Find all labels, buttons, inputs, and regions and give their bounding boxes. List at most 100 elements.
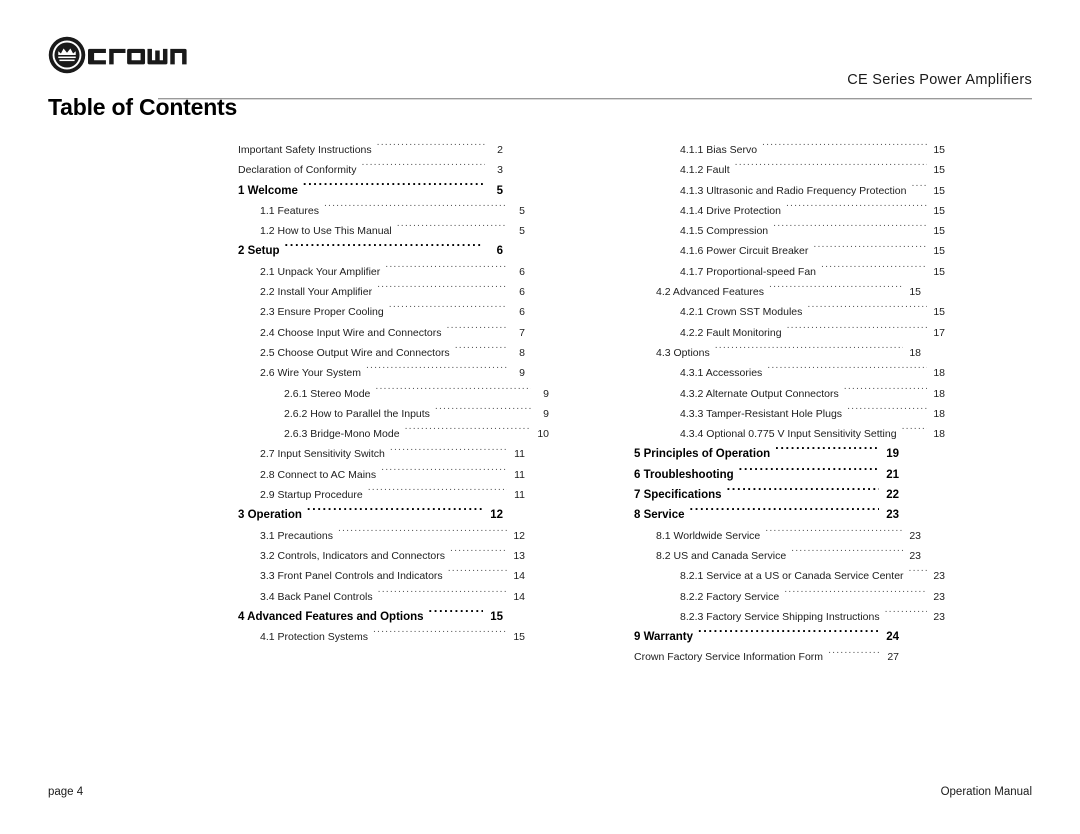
toc-entry[interactable]: 6 Troubleshooting 21 bbox=[634, 465, 899, 485]
toc-entry[interactable]: 2.8 Connect to AC Mains 11 bbox=[238, 465, 525, 485]
toc-entry[interactable]: 3.1 Precautions 12 bbox=[238, 526, 525, 546]
toc-entry[interactable]: 4.1.3 Ultrasonic and Radio Frequency Pro… bbox=[634, 181, 945, 201]
toc-entry-label: 2 Setup bbox=[238, 245, 280, 258]
toc-entry[interactable]: 4.3.1 Accessories 18 bbox=[634, 363, 945, 383]
toc-entry[interactable]: Crown Factory Service Information Form 27 bbox=[634, 647, 899, 667]
toc-entry[interactable]: 4.2 Advanced Features 15 bbox=[634, 282, 921, 302]
toc-dot-leader bbox=[448, 569, 507, 580]
toc-entry[interactable]: 8.2.3 Factory Service Shipping Instructi… bbox=[634, 607, 945, 627]
toc-entry-page-number: 18 bbox=[933, 367, 945, 380]
toc-entry-label: Crown Factory Service Information Form bbox=[634, 651, 824, 664]
toc-entry-page-number: 5 bbox=[519, 225, 525, 238]
toc-entry[interactable]: 8 Service 23 bbox=[634, 505, 899, 525]
toc-entry[interactable]: 4.1.6 Power Circuit Breaker 15 bbox=[634, 241, 945, 261]
toc-entry[interactable]: 1.1 Features 5 bbox=[238, 201, 525, 221]
toc-entry[interactable]: 8.2.2 Factory Service 23 bbox=[634, 587, 945, 607]
toc-entry[interactable]: Declaration of Conformity 3 bbox=[238, 160, 503, 180]
toc-entry-label: 2.5 Choose Output Wire and Connectors bbox=[260, 346, 450, 359]
toc-entry-page-number: 12 bbox=[490, 509, 503, 522]
toc-entry[interactable]: 3.2 Controls, Indicators and Connectors 1… bbox=[238, 546, 525, 566]
toc-entry[interactable]: 2.6.3 Bridge-Mono Mode 10 bbox=[238, 424, 549, 444]
toc-dot-leader bbox=[767, 366, 927, 377]
toc-entry[interactable]: 2.6 Wire Your System 9 bbox=[238, 363, 525, 383]
toc-entry[interactable]: 9 Warranty 24 bbox=[634, 627, 899, 647]
footer-page-number: page 4 bbox=[48, 786, 84, 798]
toc-entry[interactable]: 2.2 Install Your Amplifier 6 bbox=[238, 282, 525, 302]
toc-entry-label: 4.1.2 Fault bbox=[680, 164, 730, 177]
toc-dot-leader bbox=[307, 507, 483, 519]
toc-dot-leader bbox=[397, 224, 507, 235]
toc-dot-leader bbox=[885, 609, 927, 620]
toc-dot-leader bbox=[911, 183, 927, 194]
toc-entry[interactable]: 1 Welcome 5 bbox=[238, 181, 503, 201]
toc-entry[interactable]: 2.5 Choose Output Wire and Connectors 8 bbox=[238, 343, 525, 363]
toc-entry[interactable]: 8.2 US and Canada Service 23 bbox=[634, 546, 921, 566]
toc-entry[interactable]: 3.4 Back Panel Controls 14 bbox=[238, 587, 525, 607]
toc-entry[interactable]: 3 Operation 12 bbox=[238, 505, 503, 525]
toc-entry[interactable]: 1.2 How to Use This Manual 5 bbox=[238, 221, 525, 241]
toc-entry-label: 3.4 Back Panel Controls bbox=[260, 590, 373, 603]
toc-entry-label: 3.2 Controls, Indicators and Connectors bbox=[260, 549, 446, 562]
toc-entry[interactable]: 4.1.1 Bias Servo 15 bbox=[634, 140, 945, 160]
toc-dot-leader bbox=[390, 447, 507, 458]
toc-dot-leader bbox=[821, 264, 927, 275]
toc-entry[interactable]: 4.3 Options 18 bbox=[634, 343, 921, 363]
toc-entry-page-number: 22 bbox=[886, 489, 899, 502]
toc-entry[interactable]: 4.3.3 Tamper-Resistant Hole Plugs 18 bbox=[634, 404, 945, 424]
toc-dot-leader bbox=[909, 569, 927, 580]
toc-entry-label: 4.3 Options bbox=[656, 346, 710, 359]
toc-entry[interactable]: 2.6.2 How to Parallel the Inputs 9 bbox=[238, 404, 549, 424]
toc-entry-label: 8 Service bbox=[634, 509, 685, 522]
toc-entry-label: 4.1 Protection Systems bbox=[260, 631, 368, 644]
toc-entry[interactable]: 4.1.5 Compression 15 bbox=[634, 221, 945, 241]
toc-entry-page-number: 27 bbox=[887, 651, 899, 664]
toc-dot-leader bbox=[381, 467, 507, 478]
toc-entry[interactable]: 4.1.2 Fault 15 bbox=[634, 160, 945, 180]
header-title-product: Power Amplifiers bbox=[919, 72, 1032, 88]
toc-entry-label: Important Safety Instructions bbox=[238, 144, 372, 156]
toc-entry[interactable]: 2.6.1 Stereo Mode 9 bbox=[238, 384, 549, 404]
toc-entry[interactable]: Important Safety Instructions 2 bbox=[238, 140, 503, 160]
toc-entry[interactable]: 4.3.4 Optional 0.775 V Input Sensitivity… bbox=[634, 424, 945, 444]
toc-entry-page-number: 13 bbox=[513, 549, 525, 562]
toc-entry[interactable]: 2.1 Unpack Your Amplifier 6 bbox=[238, 262, 525, 282]
toc-entry-label: 4.2.1 Crown SST Modules bbox=[680, 306, 803, 319]
toc-dot-leader bbox=[429, 608, 483, 620]
toc-dot-leader bbox=[902, 427, 927, 438]
page-header: CE Series Power Amplifiers bbox=[48, 34, 1032, 100]
toc-entry[interactable]: 4 Advanced Features and Options 15 bbox=[238, 607, 503, 627]
crown-circle-logo-icon bbox=[48, 36, 86, 74]
toc-entry-label: 4.3.2 Alternate Output Connectors bbox=[680, 387, 839, 400]
toc-dot-leader bbox=[773, 224, 927, 235]
toc-entry[interactable]: 4.2.1 Crown SST Modules 15 bbox=[634, 302, 945, 322]
toc-entry-label: 4.1.6 Power Circuit Breaker bbox=[680, 245, 809, 258]
toc-entry[interactable]: 4.1.7 Proportional-speed Fan 15 bbox=[634, 262, 945, 282]
toc-entry-page-number: 23 bbox=[886, 509, 899, 522]
toc-dot-leader bbox=[285, 243, 483, 255]
document-header-title: CE Series Power Amplifiers bbox=[847, 72, 1032, 88]
toc-entry[interactable]: 2 Setup 6 bbox=[238, 241, 503, 261]
toc-entry-label: 2.6 Wire Your System bbox=[260, 367, 361, 380]
toc-entry[interactable]: 2.9 Startup Procedure 11 bbox=[238, 485, 525, 505]
toc-right-column: 4.1.1 Bias Servo 15 4.1.2 Fault 15 4.1.3 Ult… bbox=[634, 140, 945, 668]
toc-entry-page-number: 15 bbox=[513, 631, 525, 644]
toc-entry[interactable]: 7 Specifications 22 bbox=[634, 485, 899, 505]
toc-entry[interactable]: 4.2.2 Fault Monitoring 17 bbox=[634, 323, 945, 343]
toc-dot-leader bbox=[389, 305, 507, 316]
toc-entry[interactable]: 2.7 Input Sensitivity Switch 11 bbox=[238, 444, 525, 464]
toc-entry[interactable]: 3.3 Front Panel Controls and Indicators 1… bbox=[238, 566, 525, 586]
toc-entry[interactable]: 5 Principles of Operation 19 bbox=[634, 444, 899, 464]
toc-entry[interactable]: 8.2.1 Service at a US or Canada Service … bbox=[634, 566, 945, 586]
toc-entry-page-number: 11 bbox=[514, 448, 525, 461]
toc-entry[interactable]: 2.3 Ensure Proper Cooling 6 bbox=[238, 302, 525, 322]
toc-entry[interactable]: 2.4 Choose Input Wire and Connectors 7 bbox=[238, 323, 525, 343]
toc-dot-leader bbox=[786, 203, 927, 214]
toc-dot-leader bbox=[828, 650, 881, 661]
toc-entry-label: 2.8 Connect to AC Mains bbox=[260, 468, 377, 481]
toc-entry[interactable]: 4.1.4 Drive Protection 15 bbox=[634, 201, 945, 221]
toc-entry[interactable]: 4.1 Protection Systems 15 bbox=[238, 627, 525, 647]
crown-wordmark-icon bbox=[88, 48, 187, 65]
toc-entry[interactable]: 8.1 Worldwide Service 23 bbox=[634, 526, 921, 546]
toc-entry-page-number: 15 bbox=[933, 184, 945, 197]
toc-entry[interactable]: 4.3.2 Alternate Output Connectors 18 bbox=[634, 384, 945, 404]
